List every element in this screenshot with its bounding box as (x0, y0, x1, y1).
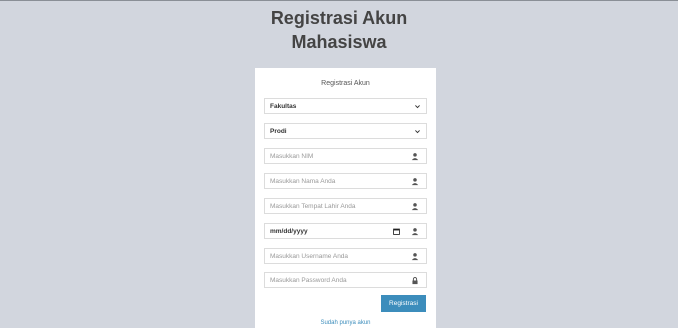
nim-input[interactable]: Masukkan NIM (264, 148, 427, 164)
user-icon (411, 228, 419, 236)
registration-card: Registrasi Akun Fakultas Prodi Masukkan … (255, 68, 436, 328)
password-input[interactable]: Masukkan Password Anda (264, 272, 427, 288)
page-title-line1: Registrasi Akun (270, 8, 408, 28)
card-title: Registrasi Akun (321, 80, 370, 87)
password-placeholder: Masukkan Password Anda (270, 277, 347, 284)
tempat-lahir-placeholder: Masukkan Tempat Lahir Anda (270, 203, 356, 210)
chevron-down-icon (415, 130, 420, 134)
prodi-value: Prodi (270, 128, 287, 135)
fakultas-value: Fakultas (270, 103, 297, 110)
date-placeholder: mm/dd/yyyy (270, 228, 308, 235)
user-icon (411, 153, 419, 161)
login-link[interactable]: Sudah punya akun (255, 320, 436, 326)
fakultas-select[interactable]: Fakultas (264, 98, 427, 114)
chevron-down-icon (415, 105, 420, 109)
user-icon (411, 203, 419, 211)
user-icon (411, 253, 419, 261)
nama-placeholder: Masukkan Nama Anda (270, 178, 336, 185)
page-title: Registrasi Akun Mahasiswa (0, 6, 678, 54)
tanggal-lahir-input[interactable]: mm/dd/yyyy (264, 223, 427, 239)
registrasi-button[interactable]: Registrasi (381, 295, 426, 312)
tempat-lahir-input[interactable]: Masukkan Tempat Lahir Anda (264, 198, 427, 214)
calendar-icon[interactable] (393, 228, 400, 235)
prodi-select[interactable]: Prodi (264, 123, 427, 139)
nim-placeholder: Masukkan NIM (270, 153, 314, 160)
username-placeholder: Masukkan Username Anda (270, 253, 349, 260)
user-icon (411, 178, 419, 186)
nama-input[interactable]: Masukkan Nama Anda (264, 173, 427, 189)
top-border (0, 0, 678, 1)
username-input[interactable]: Masukkan Username Anda (264, 248, 427, 264)
page-title-line2: Mahasiswa (291, 32, 387, 52)
lock-icon (412, 277, 418, 285)
